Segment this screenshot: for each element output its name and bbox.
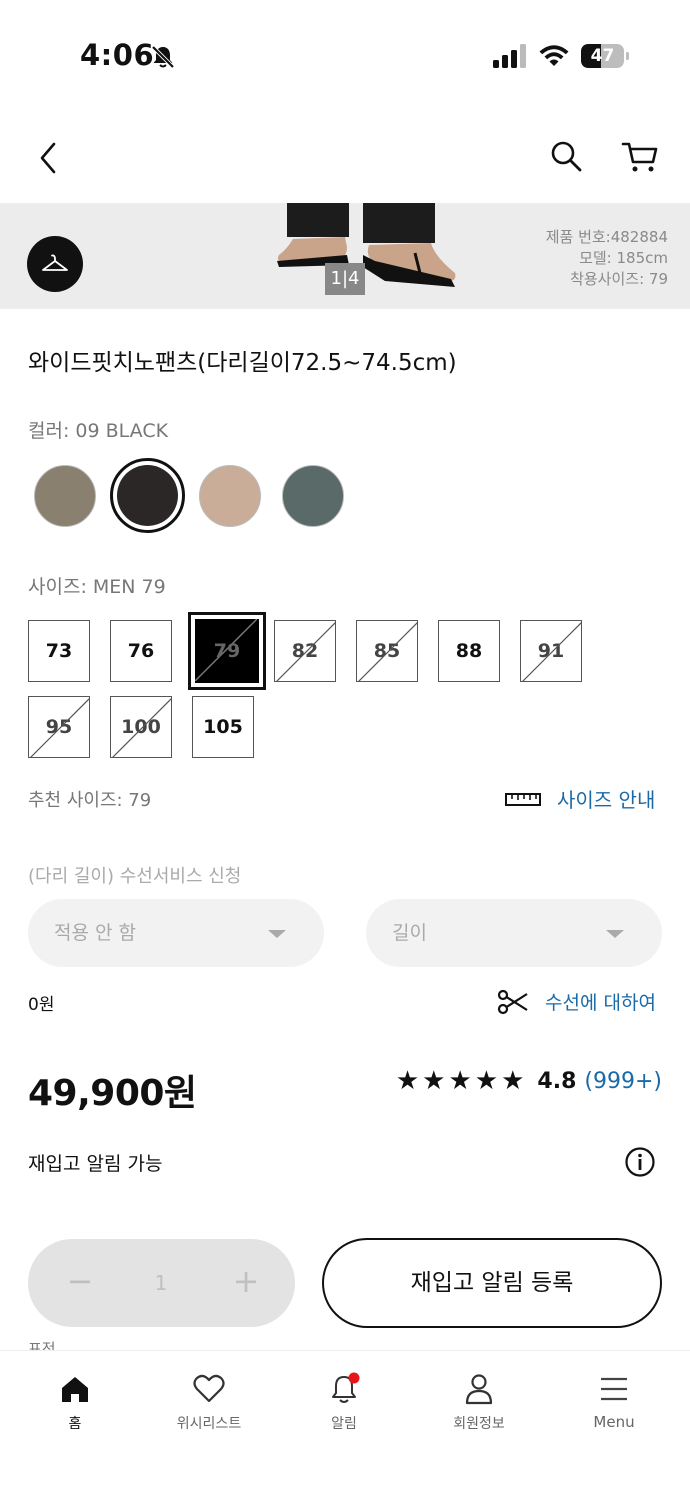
product-image-carousel[interactable]: 1|4 제품 번호:482884 모델: 185cm 착용사이즈: 79 [0,203,690,309]
home-icon [62,1377,88,1402]
size-option-label: 73 [45,640,73,662]
size-option-100[interactable]: 100 [110,696,172,758]
size-option-label: 88 [455,640,483,662]
about-hem-link[interactable]: 수선에 대하여 [497,988,656,1015]
status-bar: 4:06 47 [0,0,690,110]
cart-icon[interactable] [620,138,660,174]
dropdown-caret-icon [606,930,624,938]
model-wear-size: 착용사이즈: 79 [570,270,668,288]
size-option-76[interactable]: 76 [110,620,172,682]
info-icon[interactable] [624,1146,656,1178]
rating-score: 4.8 [537,1068,577,1094]
recommended-size: 추천 사이즈: 79 [28,790,152,811]
product-number: 제품 번호:482884 [545,228,668,246]
dropdown-caret-icon [268,930,286,938]
quantity-value: 1 [154,1271,168,1295]
back-arrow-icon[interactable] [32,138,66,178]
size-option-label: 79 [213,640,241,662]
hem-service-title: (다리 길이) 수선서비스 신청 [28,866,242,887]
size-option-105[interactable]: 105 [192,696,254,758]
tab-home[interactable]: 홈 [15,1371,135,1433]
color-swatch[interactable] [110,458,185,533]
search-icon[interactable] [548,138,584,174]
restock-notify-button[interactable]: 재입고 알림 등록 [322,1238,662,1328]
color-swatch[interactable] [282,465,344,527]
bottom-tab-bar: 홈 위시리스트 알림 회원정보 Menu [0,1350,690,1500]
size-option-88[interactable]: 88 [438,620,500,682]
hem-length-value: 길이 [392,922,427,944]
size-label: 사이즈: MEN 79 [28,576,166,598]
tab-label: 알림 [331,1416,357,1432]
top-navigation [0,120,690,195]
size-guide-label: 사이즈 안내 [557,788,656,812]
menu-icon [601,1377,627,1401]
battery-icon: 47 [581,44,629,68]
quantity-minus-button[interactable]: − [60,1261,100,1301]
tab-menu[interactable]: Menu [554,1371,674,1431]
tab-label: 회원정보 [453,1416,505,1432]
size-options: 73 76 79 82 85 88 91 95 100 105 [28,612,588,762]
about-hem-label: 수선에 대하여 [545,992,656,1014]
product-title: 와이드핏치노팬츠(다리길이72.5~74.5cm) [28,350,457,376]
tab-label: 홈 [68,1416,82,1432]
size-option-91[interactable]: 91 [520,620,582,682]
color-swatch[interactable] [34,465,96,527]
color-label: 컬러: 09 BLACK [28,420,169,442]
tab-member[interactable]: 회원정보 [419,1371,539,1433]
size-option-label: 105 [203,716,243,738]
tab-notifications[interactable]: 알림 [284,1371,404,1433]
hem-price: 0원 [28,995,55,1015]
hanger-icon[interactable] [27,236,83,292]
restock-status: 재입고 알림 가능 [28,1153,163,1175]
tab-wishlist[interactable]: 위시리스트 [149,1371,269,1433]
model-height: 모델: 185cm [579,249,668,267]
size-option-85[interactable]: 85 [356,620,418,682]
signal-icon [493,44,526,68]
product-photo [277,203,456,287]
user-icon [465,1374,493,1405]
bell-muted-icon [151,45,175,69]
status-time: 4:06 [80,38,155,72]
image-counter: 1|4 [325,263,365,295]
hem-option-value: 적용 안 함 [54,922,136,944]
tab-label: Menu [593,1413,635,1431]
review-count: (999+) [584,1068,662,1094]
quantity-stepper: − 1 + [28,1239,295,1327]
scissors-icon [497,989,528,1014]
size-option-label: 76 [127,640,155,662]
color-swatch[interactable] [199,465,261,527]
size-option-95[interactable]: 95 [28,696,90,758]
hem-length-select[interactable]: 길이 [366,899,662,967]
color-swatches [28,458,368,538]
wifi-icon [539,45,569,66]
size-guide-link[interactable]: 사이즈 안내 [505,784,655,813]
quantity-plus-button[interactable]: + [226,1261,266,1301]
hem-option-select[interactable]: 적용 안 함 [28,899,324,967]
heart-icon [193,1374,225,1403]
size-option-79[interactable]: 79 [188,612,266,690]
model-info: 제품 번호:482884 모델: 185cm 착용사이즈: 79 [546,227,668,290]
ruler-icon [505,792,541,806]
product-price: 49,900원 [28,1073,197,1114]
battery-level: 47 [590,46,615,66]
bell-icon [332,1372,360,1403]
size-option-73[interactable]: 73 [28,620,90,682]
tab-label: 위시리스트 [176,1416,242,1432]
rating-stars: ★★★★★ [395,1066,528,1096]
product-rating[interactable]: ★★★★★ 4.8 (999+) [396,1066,662,1096]
size-option-82[interactable]: 82 [274,620,336,682]
